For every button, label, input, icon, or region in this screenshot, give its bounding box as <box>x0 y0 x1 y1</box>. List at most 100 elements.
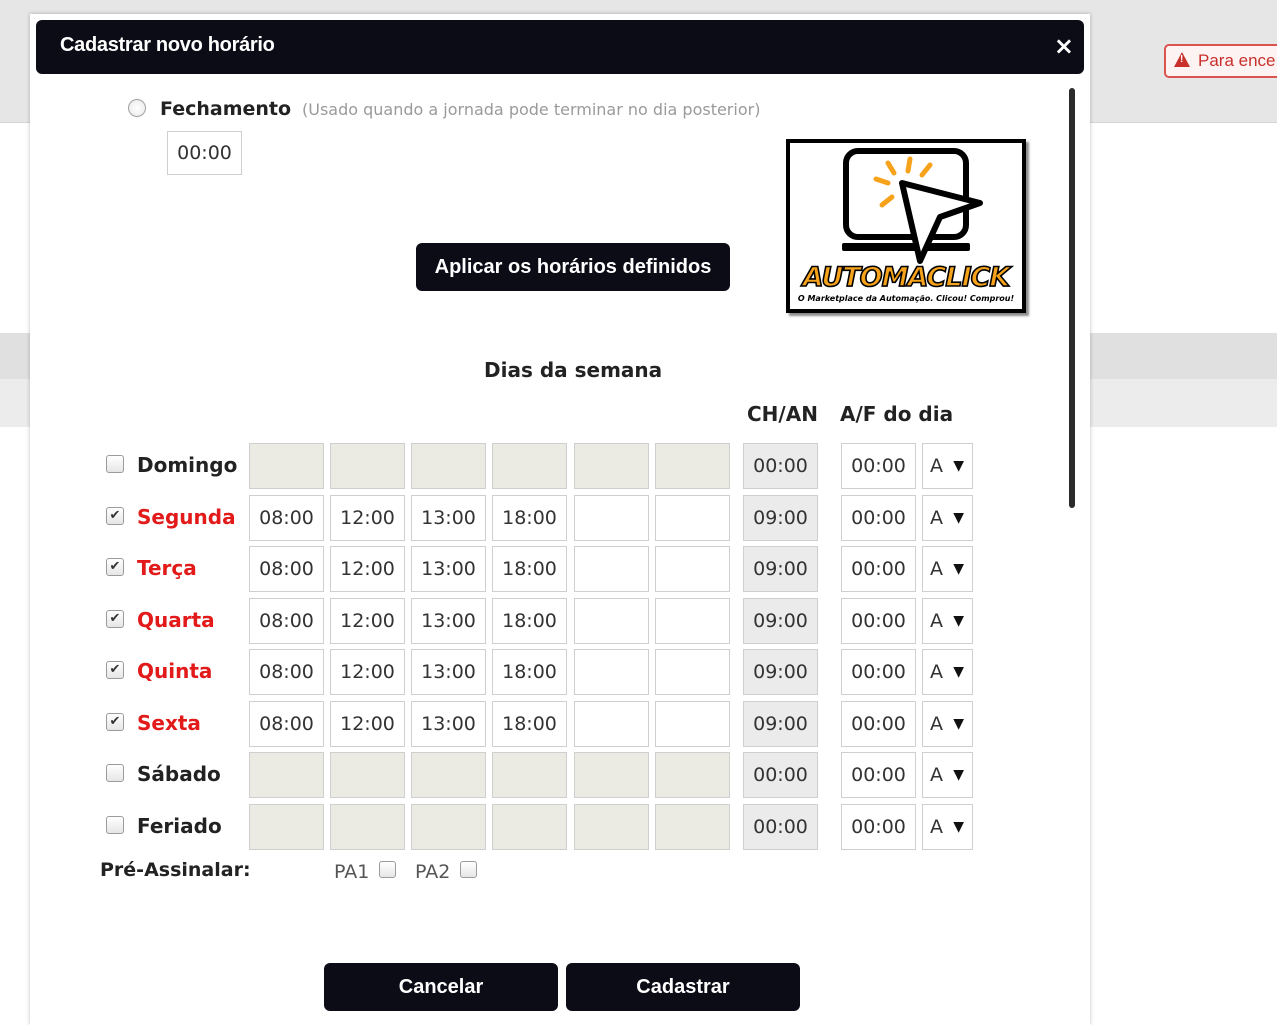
day-checkbox[interactable] <box>106 764 124 782</box>
schedule-row: ✔ Quarta 08:00 12:00 13:00 18:00 09:00 00:00 A ▼ <box>100 597 1050 644</box>
af-time-input[interactable]: 00:00 <box>841 803 916 850</box>
close-icon[interactable]: × <box>1054 32 1074 60</box>
time-input[interactable] <box>574 443 649 489</box>
time-input[interactable] <box>655 803 730 850</box>
af-time-input[interactable]: 00:00 <box>841 700 916 747</box>
time-input[interactable] <box>574 546 649 592</box>
scrollbar-thumb[interactable] <box>1069 88 1075 508</box>
fechamento-label: Fechamento <box>160 98 292 120</box>
time-input[interactable]: 12:00 <box>330 597 405 644</box>
af-mode-select[interactable]: A ▼ <box>922 803 973 850</box>
af-mode-value: A <box>930 661 943 683</box>
background-alert-button[interactable]: Para ence <box>1164 44 1277 78</box>
submit-button[interactable]: Cadastrar <box>566 963 800 1011</box>
time-input[interactable] <box>330 752 405 798</box>
time-input[interactable]: 18:00 <box>492 597 567 644</box>
af-time-input[interactable]: 00:00 <box>841 494 916 541</box>
day-checkbox[interactable]: ✔ <box>106 712 124 731</box>
schedule-row: Feriado 00:00 00:00 A ▼ <box>100 803 1050 850</box>
af-time-input[interactable]: 00:00 <box>841 649 916 695</box>
af-mode-select[interactable]: A ▼ <box>922 597 973 644</box>
time-input[interactable] <box>249 752 324 798</box>
af-time-input[interactable]: 00:00 <box>841 443 916 489</box>
time-input[interactable] <box>249 803 324 850</box>
time-input[interactable]: 13:00 <box>411 700 486 747</box>
day-checkbox[interactable]: ✔ <box>106 609 124 628</box>
time-input[interactable] <box>574 597 649 644</box>
logo-graphic: AUTOMACLICK <box>800 148 1014 294</box>
time-input[interactable]: 18:00 <box>492 546 567 592</box>
pa1-checkbox[interactable] <box>379 861 396 878</box>
af-mode-select[interactable]: A ▼ <box>922 752 973 798</box>
time-input[interactable] <box>330 803 405 850</box>
af-time-input[interactable]: 00:00 <box>841 546 916 592</box>
af-mode-value: A <box>930 712 943 735</box>
af-mode-value: A <box>930 455 943 477</box>
day-checkbox[interactable] <box>106 455 124 473</box>
time-input[interactable] <box>574 494 649 541</box>
af-time-input[interactable]: 00:00 <box>841 597 916 644</box>
schedule-row: ✔ Segunda 08:00 12:00 13:00 18:00 09:00 00:00 A ▼ <box>100 494 1050 541</box>
time-input[interactable] <box>655 752 730 798</box>
schedule-row: Domingo 00:00 00:00 A ▼ <box>100 443 1050 489</box>
time-input[interactable] <box>492 443 567 489</box>
time-input[interactable] <box>655 546 730 592</box>
day-checkbox[interactable]: ✔ <box>106 558 124 576</box>
time-input[interactable] <box>655 700 730 747</box>
time-input[interactable] <box>411 752 486 798</box>
day-checkbox[interactable] <box>106 815 124 834</box>
time-input[interactable] <box>574 803 649 850</box>
time-input[interactable] <box>411 803 486 850</box>
time-input[interactable]: 08:00 <box>249 700 324 747</box>
time-input[interactable]: 13:00 <box>411 597 486 644</box>
time-input[interactable] <box>492 803 567 850</box>
modal-title: Cadastrar novo horário <box>60 34 275 56</box>
chevron-down-icon: ▼ <box>953 612 964 629</box>
time-input[interactable] <box>655 597 730 644</box>
time-input[interactable]: 12:00 <box>330 546 405 592</box>
time-input[interactable]: 12:00 <box>330 649 405 695</box>
time-input[interactable] <box>574 649 649 695</box>
pre-assinalar-label: Pré-Assinalar: <box>100 859 251 881</box>
af-mode-select[interactable]: A ▼ <box>922 649 973 695</box>
time-input[interactable] <box>655 494 730 541</box>
time-input[interactable] <box>574 752 649 798</box>
time-input[interactable] <box>574 700 649 747</box>
time-input[interactable]: 18:00 <box>492 494 567 541</box>
time-input[interactable] <box>655 443 730 489</box>
af-mode-select[interactable]: A ▼ <box>922 700 973 747</box>
time-input[interactable]: 12:00 <box>330 700 405 747</box>
fechamento-time-input[interactable]: 00:00 <box>167 131 242 175</box>
time-input[interactable]: 18:00 <box>492 649 567 695</box>
apply-schedule-button[interactable]: Aplicar os horários definidos <box>416 243 730 291</box>
ch-an-value: 00:00 <box>743 803 818 850</box>
time-input[interactable]: 13:00 <box>411 546 486 592</box>
pa2-label: PA2 <box>415 861 451 883</box>
ch-an-value: 09:00 <box>743 649 818 695</box>
fechamento-radio[interactable] <box>128 99 146 117</box>
cancel-button[interactable]: Cancelar <box>324 963 558 1011</box>
af-time-input[interactable]: 00:00 <box>841 752 916 798</box>
af-mode-select[interactable]: A ▼ <box>922 546 973 592</box>
time-input[interactable]: 08:00 <box>249 649 324 695</box>
time-input[interactable]: 13:00 <box>411 649 486 695</box>
af-mode-select[interactable]: A ▼ <box>922 443 973 489</box>
time-input[interactable]: 08:00 <box>249 494 324 541</box>
time-input[interactable]: 08:00 <box>249 546 324 592</box>
modal-header: Cadastrar novo horário × <box>36 20 1084 74</box>
pa2-checkbox[interactable] <box>460 861 477 878</box>
ch-an-value: 00:00 <box>743 752 818 798</box>
day-checkbox[interactable]: ✔ <box>106 661 124 679</box>
ch-an-value: 09:00 <box>743 700 818 747</box>
time-input[interactable] <box>655 649 730 695</box>
day-checkbox[interactable]: ✔ <box>106 506 124 525</box>
time-input[interactable] <box>249 443 324 489</box>
time-input[interactable] <box>411 443 486 489</box>
af-mode-select[interactable]: A ▼ <box>922 494 973 541</box>
time-input[interactable]: 13:00 <box>411 494 486 541</box>
time-input[interactable] <box>492 752 567 798</box>
time-input[interactable]: 18:00 <box>492 700 567 747</box>
time-input[interactable]: 08:00 <box>249 597 324 644</box>
time-input[interactable] <box>330 443 405 489</box>
time-input[interactable]: 12:00 <box>330 494 405 541</box>
